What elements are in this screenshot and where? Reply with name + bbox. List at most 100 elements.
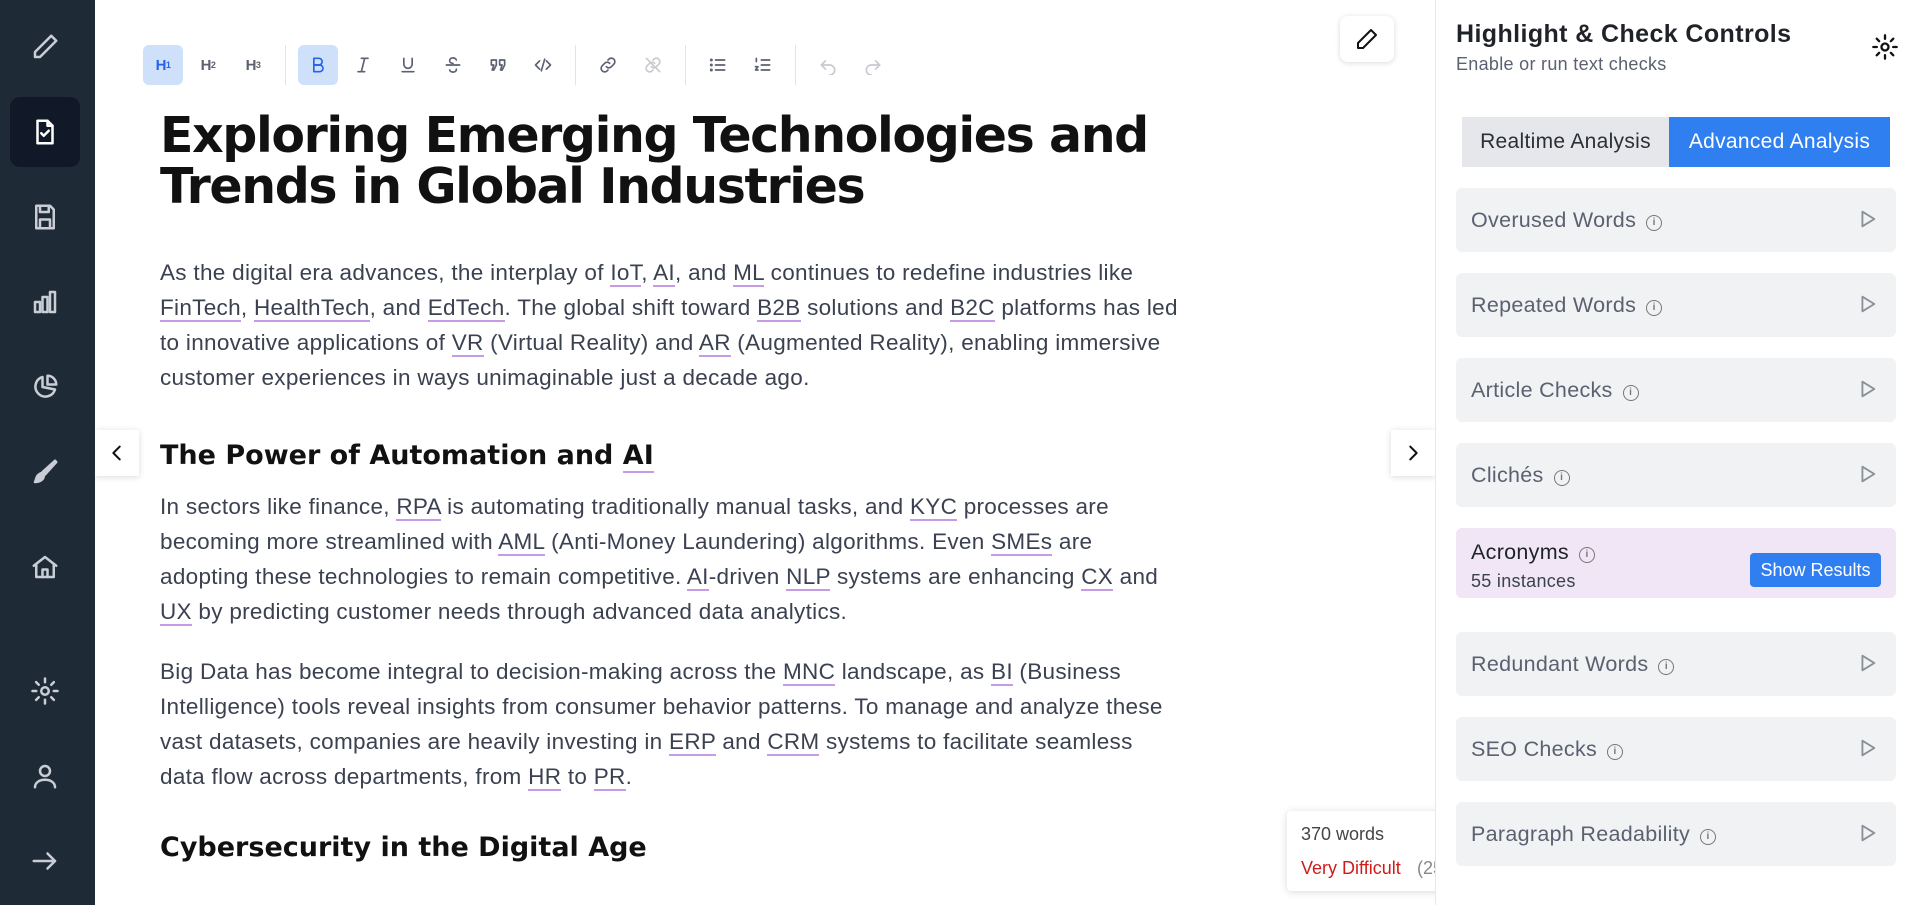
acronym-highlight[interactable]: B2C (950, 295, 995, 322)
play-icon (1861, 824, 1876, 842)
acronym-highlight[interactable]: CRM (767, 729, 820, 756)
tab-advanced-analysis[interactable]: Advanced Analysis (1669, 117, 1890, 167)
heading-cybersecurity[interactable]: Cybersecurity in the Digital Age (160, 830, 1180, 866)
strikethrough-button[interactable] (433, 45, 473, 85)
acronym-highlight[interactable]: UX (160, 599, 192, 626)
play-icon (1861, 295, 1876, 313)
brush-icon (33, 459, 58, 484)
sidebar-item-save[interactable] (10, 182, 80, 252)
acronym-highlight[interactable]: ML (733, 260, 765, 287)
text-run: (Anti-Money Laundering) algorithms. Even (544, 529, 992, 554)
paragraph-2[interactable]: In sectors like finance, RPA is automati… (160, 489, 1180, 629)
italic-button[interactable] (343, 45, 383, 85)
acronym-highlight[interactable]: EdTech (427, 295, 505, 322)
run-check-button[interactable] (1856, 293, 1878, 315)
sidebar-item-profile[interactable] (10, 741, 80, 811)
pencil-icon (33, 34, 58, 59)
info-icon[interactable]: i (1578, 547, 1595, 563)
sidebar-item-collapse[interactable] (10, 826, 80, 896)
tab-realtime-analysis[interactable]: Realtime Analysis (1462, 117, 1669, 167)
info-icon[interactable]: i (1658, 659, 1675, 675)
paragraph-1[interactable]: As the digital era advances, the interpl… (160, 255, 1180, 395)
play-icon (1861, 654, 1876, 672)
quote-button[interactable] (478, 45, 518, 85)
undo-button[interactable] (808, 45, 848, 85)
sidebar-item-documents[interactable] (10, 97, 80, 167)
acronym-highlight[interactable]: KYC (909, 494, 958, 521)
heading-3-button[interactable]: H3 (233, 45, 273, 85)
info-icon[interactable]: i (1607, 744, 1624, 760)
document-title[interactable]: Exploring Emerging Technologies and Tren… (160, 110, 1180, 212)
chevron-left-icon (112, 445, 121, 461)
document-body[interactable]: Exploring Emerging Technologies and Tren… (160, 110, 1180, 866)
sidebar-item-analytics[interactable] (10, 352, 80, 422)
acronym-highlight[interactable]: ERP (669, 729, 716, 756)
heading-automation[interactable]: The Power of Automation and AI (160, 438, 1180, 474)
acronym-highlight[interactable]: B2B (757, 295, 801, 322)
sidebar-item-style[interactable] (10, 437, 80, 507)
sidebar-item-stats[interactable] (10, 267, 80, 337)
heading-2-button[interactable]: H2 (188, 45, 228, 85)
bullet-list-button[interactable] (698, 45, 738, 85)
acronym-highlight[interactable]: BI (991, 659, 1013, 686)
run-check-button[interactable] (1856, 463, 1878, 485)
acronym-highlight[interactable]: SMEs (991, 529, 1053, 556)
acronym-highlight[interactable]: AI (653, 260, 675, 287)
acronym-highlight[interactable]: VR (451, 330, 484, 357)
edit-mode-button[interactable] (1340, 16, 1394, 62)
underline-button[interactable] (388, 45, 428, 85)
check-article-checks[interactable]: Article Checks i (1456, 358, 1896, 422)
previous-button[interactable] (95, 430, 139, 476)
next-button[interactable] (1391, 430, 1435, 476)
text-run: and (715, 729, 768, 754)
check-cliches[interactable]: Clichés i (1456, 443, 1896, 507)
acronym-highlight[interactable]: AI (622, 440, 654, 473)
numbered-list-button[interactable] (743, 45, 783, 85)
sidebar-item-write[interactable] (10, 12, 80, 82)
check-paragraph-readability[interactable]: Paragraph Readability i (1456, 802, 1896, 866)
heading-1-button[interactable]: H1 (143, 45, 183, 85)
acronym-highlight[interactable]: NLP (786, 564, 831, 591)
check-acronyms[interactable]: Acronyms i 55 instances Show Results (1456, 528, 1896, 598)
acronym-highlight[interactable]: CX (1081, 564, 1114, 591)
sidebar-item-settings[interactable] (10, 656, 80, 726)
acronym-highlight[interactable]: AML (498, 529, 545, 556)
check-overused-words[interactable]: Overused Words i (1456, 188, 1896, 252)
acronym-highlight[interactable]: AI (686, 564, 709, 591)
info-icon[interactable]: i (1646, 300, 1663, 316)
acronym-highlight[interactable]: FinTech (160, 295, 241, 322)
code-button[interactable] (523, 45, 563, 85)
info-icon[interactable]: i (1553, 470, 1570, 486)
run-check-button[interactable] (1856, 737, 1878, 759)
check-seo[interactable]: SEO Checks i (1456, 717, 1896, 781)
info-icon[interactable]: i (1646, 215, 1663, 231)
settings-button[interactable] (1871, 33, 1899, 61)
redo-button[interactable] (853, 45, 893, 85)
paragraph-3[interactable]: Big Data has become integral to decision… (160, 654, 1180, 794)
info-icon[interactable]: i (1622, 385, 1639, 401)
show-results-button[interactable]: Show Results (1750, 553, 1881, 587)
gear-icon (1872, 34, 1898, 60)
acronym-highlight[interactable]: MNC (783, 659, 836, 686)
acronym-highlight[interactable]: RPA (396, 494, 441, 521)
check-redundant-words[interactable]: Redundant Words i (1456, 632, 1896, 696)
run-check-button[interactable] (1856, 378, 1878, 400)
run-check-button[interactable] (1856, 652, 1878, 674)
acronym-highlight[interactable]: HR (528, 764, 562, 791)
panel-subtitle: Enable or run text checks (1456, 54, 1667, 74)
acronym-highlight[interactable]: HealthTech (254, 295, 370, 322)
info-icon[interactable]: i (1700, 829, 1717, 845)
text-run: -driven (708, 564, 787, 589)
sidebar-item-home[interactable] (10, 532, 80, 602)
check-repeated-words[interactable]: Repeated Words i (1456, 273, 1896, 337)
unlink-button[interactable] (633, 45, 673, 85)
arrow-right-icon (32, 852, 57, 870)
acronym-highlight[interactable]: IoT (610, 260, 642, 287)
acronym-highlight[interactable]: AR (698, 330, 731, 357)
run-check-button[interactable] (1856, 822, 1878, 844)
acronym-highlight[interactable]: PR (593, 764, 626, 791)
bold-button[interactable] (298, 45, 338, 85)
run-check-button[interactable] (1856, 208, 1878, 230)
link-button[interactable] (588, 45, 628, 85)
check-label-text: Article Checks (1471, 378, 1613, 402)
